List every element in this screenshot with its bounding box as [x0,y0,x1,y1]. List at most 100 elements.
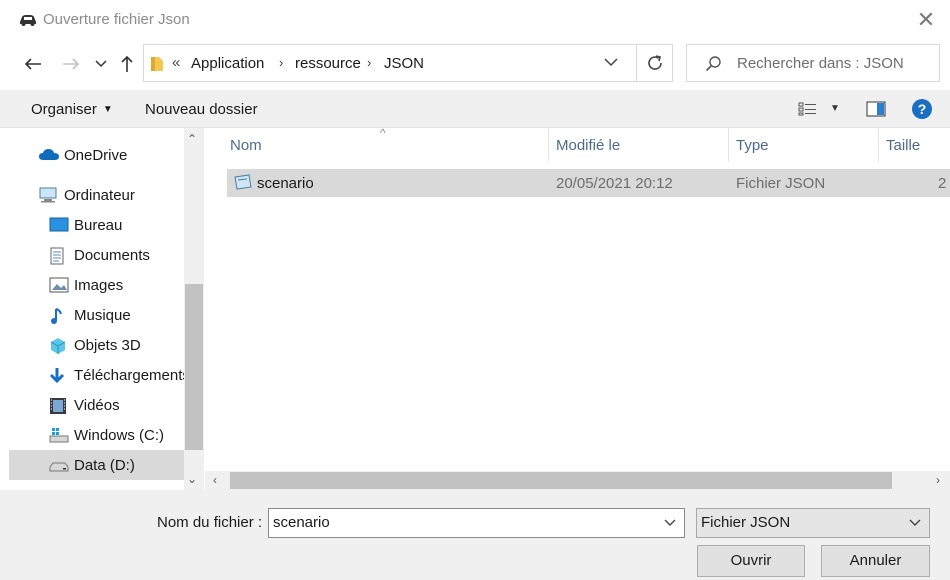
sidebar-item-label: Ordinateur [64,187,135,204]
folder-icon [151,57,163,71]
organize-menu[interactable]: Organiser ▼ [31,101,113,118]
sidebar-item-windows-c[interactable]: Windows (C:) [9,420,184,450]
arrow-left-icon [24,58,41,70]
videos-icon [49,397,67,414]
address-bar[interactable]: « Application › ressource › JSON [143,44,673,82]
sidebar-item-vid-os[interactable]: Vidéos [9,390,184,420]
filetype-select[interactable]: Fichier JSON [696,508,930,538]
search-icon [705,56,721,72]
new-folder-button[interactable]: Nouveau dossier [145,101,258,118]
sidebar-item-musique[interactable]: Musique [9,300,184,330]
cancel-button[interactable]: Annuler [821,545,930,577]
documents-icon [49,247,67,265]
sidebar-item-label: Data (D:) [74,457,135,474]
back-button[interactable] [22,52,44,76]
sidebar-item-onedrive[interactable]: OneDrive [9,140,184,170]
file-modified: 20/05/2021 20:12 [556,175,673,192]
open-button[interactable]: Ouvrir [697,545,805,577]
sidebar-item-t-l-chargements[interactable]: Téléchargements [9,360,184,390]
scroll-down-icon[interactable]: ⌄ [187,472,197,486]
chevron-down-icon[interactable] [664,519,676,527]
arrow-right-icon [63,58,80,70]
column-header-modified[interactable]: Modifié le [556,128,728,164]
sidebar-item-label: Documents [74,247,150,264]
sidebar-item-label: OneDrive [64,147,128,164]
downloads-icon [49,367,67,384]
column-header-size[interactable]: Taille [886,128,950,164]
chevron-right-icon[interactable]: › [279,55,283,70]
caret-down-icon: ▼ [102,104,113,115]
breadcrumb-json[interactable]: JSON [384,55,424,72]
scrollbar-thumb[interactable] [230,472,892,489]
column-header-name[interactable]: Nom [230,128,548,164]
file-list: ^ Nom Modifié le Type Taille scenario 20… [205,126,950,490]
scroll-left-icon[interactable]: ‹ [213,473,217,487]
preview-pane-icon[interactable] [866,101,886,117]
organize-label: Organiser [31,101,97,118]
column-divider[interactable] [548,128,549,162]
close-button[interactable]: ✕ [912,6,940,34]
computer-icon [38,187,57,203]
cloud-icon [38,147,59,163]
chevron-right-icon[interactable]: › [367,55,371,70]
address-dropdown-icon[interactable] [604,57,618,67]
nav-vertical-scrollbar[interactable]: ⌃ ⌄ [184,128,204,490]
column-header-type[interactable]: Type [736,128,878,164]
scrollbar-thumb[interactable] [185,284,203,450]
up-button[interactable] [116,52,138,76]
refresh-button[interactable] [636,44,673,82]
file-type: Fichier JSON [736,175,826,192]
overflow-chevron[interactable]: « [172,54,180,71]
command-toolbar: Organiser ▼ Nouveau dossier ▼ ? [0,90,950,128]
filename-combobox[interactable] [268,508,685,538]
file-row[interactable]: scenario 20/05/2021 20:12 Fichier JSON 2 [227,169,950,197]
filename-input[interactable] [273,514,653,531]
column-divider[interactable] [878,128,879,162]
navigation-pane: OneDrive Ordinateur Bureau Documents Images M… [9,128,204,490]
objects3d-icon [49,337,67,354]
sidebar-item-documents[interactable]: Documents [9,240,184,270]
drive-windows-icon [49,427,69,443]
scroll-up-icon[interactable]: ⌃ [187,132,197,146]
file-name: scenario [257,175,314,192]
sidebar-item-objets-3d[interactable]: Objets 3D [9,330,184,360]
view-details-icon[interactable] [798,102,818,116]
title-bar: Ouverture fichier Json ✕ [0,0,950,40]
sidebar-item-data-d[interactable]: Data (D:) [9,450,184,480]
car-icon [20,15,36,26]
column-divider[interactable] [728,128,729,162]
sidebar-item-label: Vidéos [74,397,120,414]
view-options-caret-icon[interactable]: ▼ [830,103,840,114]
search-placeholder: Rechercher dans : JSON [737,55,904,72]
breadcrumb-ressource[interactable]: ressource [295,55,361,72]
sidebar-item-label: Objets 3D [74,337,141,354]
refresh-icon [648,55,662,70]
scroll-right-icon[interactable]: › [936,473,940,487]
sidebar-item-label: Images [74,277,124,294]
pictures-icon [49,277,69,293]
help-button[interactable]: ? [912,99,932,119]
music-icon [49,307,67,324]
breadcrumb-application[interactable]: Application [191,55,264,72]
sidebar-item-bureau[interactable]: Bureau [9,210,184,240]
recent-locations-button[interactable] [90,52,112,76]
desktop-icon [49,217,69,233]
chevron-down-icon [95,60,107,68]
window-title: Ouverture fichier Json [43,11,190,28]
file-size: 2 [938,175,947,192]
sidebar-item-images[interactable]: Images [9,270,184,300]
sidebar-item-label: Bureau [74,217,123,234]
sidebar-item-label: Windows (C:) [74,427,165,444]
search-box[interactable]: Rechercher dans : JSON [686,44,940,82]
dialog-footer: Nom du fichier : Fichier JSON Ouvrir Ann… [0,490,950,580]
sidebar-item-label: Téléchargements [74,367,184,384]
chevron-down-icon [909,519,921,526]
filename-label: Nom du fichier : [157,514,263,531]
file-horizontal-scrollbar[interactable]: ‹ › [205,471,950,490]
arrow-up-icon [121,55,133,72]
sidebar-item-label: Musique [74,307,131,324]
sidebar-item-ordinateur[interactable]: Ordinateur [9,180,184,210]
drive-icon [49,457,69,473]
json-file-icon [234,174,252,190]
forward-button[interactable] [60,52,82,76]
